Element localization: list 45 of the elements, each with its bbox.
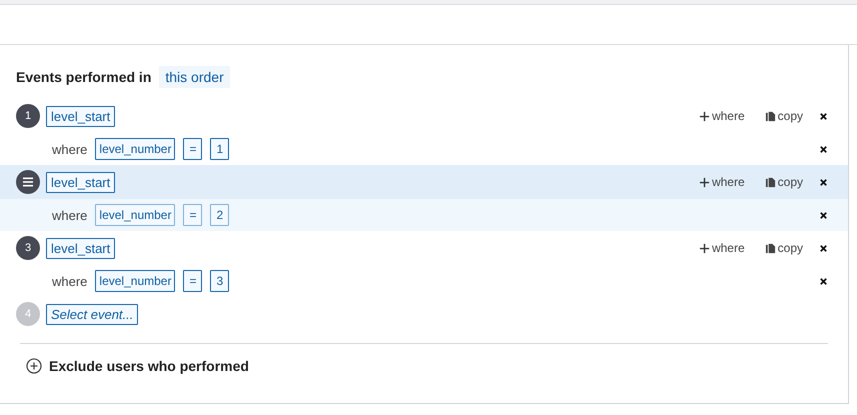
operator-selector[interactable]: = xyxy=(183,270,202,292)
plus-icon xyxy=(698,176,710,188)
drag-handle-icon[interactable] xyxy=(16,170,40,194)
event-selector[interactable]: Select event... xyxy=(46,304,138,324)
where-label: where xyxy=(52,208,88,222)
remove-icon[interactable] xyxy=(819,276,828,286)
step-number: 1 xyxy=(16,104,40,128)
event-selector[interactable]: level_start xyxy=(46,238,116,258)
remove-icon[interactable] xyxy=(819,210,828,220)
order-dropdown[interactable]: this order xyxy=(159,66,230,88)
section-title: Events performed in xyxy=(16,69,152,85)
exclude-button[interactable]: Exclude users who performed xyxy=(26,358,249,374)
step-row[interactable]: 3 level_start where copy xyxy=(0,231,848,265)
plus-icon xyxy=(698,242,710,254)
remove-icon[interactable] xyxy=(819,244,828,252)
value-selector[interactable]: 1 xyxy=(210,138,230,160)
where-label: where xyxy=(52,142,88,156)
property-selector[interactable]: level_number xyxy=(95,204,176,226)
copy-icon xyxy=(764,110,776,122)
where-label: where xyxy=(52,274,88,288)
value-selector[interactable]: 2 xyxy=(210,204,230,226)
event-selector[interactable]: level_start xyxy=(46,106,116,126)
plus-icon xyxy=(698,110,710,122)
step-number: 4 xyxy=(16,302,40,326)
step-number: 3 xyxy=(16,236,40,260)
add-where-button[interactable]: where xyxy=(698,175,745,189)
remove-icon[interactable] xyxy=(819,144,828,154)
remove-icon[interactable] xyxy=(819,112,828,120)
operator-selector[interactable]: = xyxy=(183,138,202,160)
step-row[interactable]: 1 level_start where copy xyxy=(0,99,848,133)
copy-button[interactable]: copy xyxy=(764,175,803,189)
property-selector[interactable]: level_number xyxy=(95,270,176,292)
step-row[interactable]: level_start where copy xyxy=(0,165,848,199)
copy-button[interactable]: copy xyxy=(764,241,803,255)
property-selector[interactable]: level_number xyxy=(95,138,176,160)
value-selector[interactable]: 3 xyxy=(210,270,230,292)
add-where-button[interactable]: where xyxy=(698,109,745,123)
add-where-button[interactable]: where xyxy=(698,241,745,255)
plus-circle-icon xyxy=(26,358,42,374)
event-selector[interactable]: level_start xyxy=(46,172,116,192)
operator-selector[interactable]: = xyxy=(183,204,202,226)
copy-icon xyxy=(764,242,776,254)
copy-button[interactable]: copy xyxy=(764,109,803,123)
copy-icon xyxy=(764,176,776,188)
remove-icon[interactable] xyxy=(819,178,828,186)
